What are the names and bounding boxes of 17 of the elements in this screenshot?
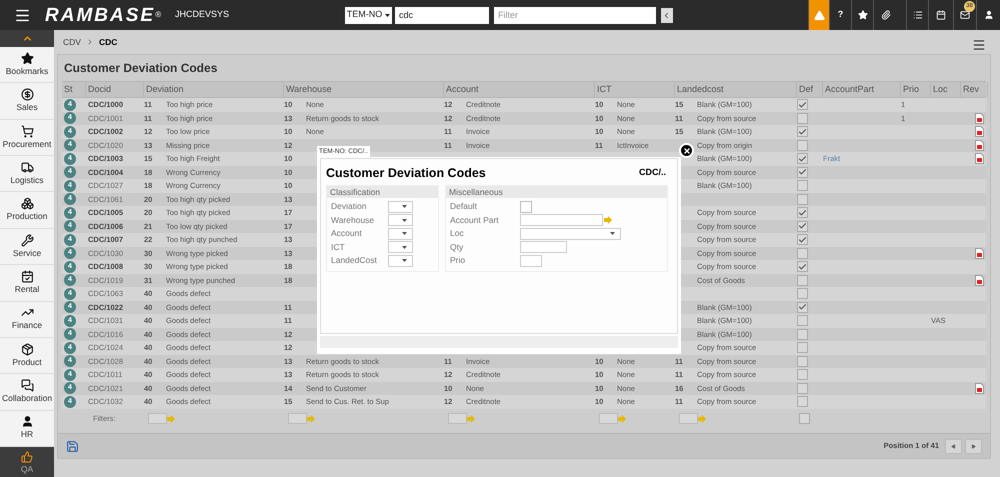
field-label: Deviation bbox=[331, 200, 368, 214]
field-label: LandedCost bbox=[331, 254, 378, 268]
field-label: Account bbox=[331, 227, 363, 240]
section-header: Classification bbox=[327, 186, 438, 198]
logo: RAMBASE$^{®}$ bbox=[45, 6, 163, 24]
system-name: JHCDEVSYS bbox=[174, 8, 230, 22]
field-label: Loc bbox=[450, 227, 465, 240]
field-label: Prio bbox=[450, 254, 466, 268]
document-id: CDC/.. bbox=[639, 166, 666, 180]
field-label: Account Part bbox=[450, 214, 500, 227]
field-label: Warehouse bbox=[331, 214, 376, 227]
field-label: Default bbox=[450, 200, 478, 214]
field-label: ICT bbox=[331, 240, 346, 254]
field-label: Qty bbox=[450, 240, 464, 254]
section-header: Miscellaneous bbox=[446, 186, 667, 198]
panel-title: Customer Deviation Codes bbox=[64, 60, 218, 77]
dialog-title: Customer Deviation Codes bbox=[326, 164, 486, 182]
